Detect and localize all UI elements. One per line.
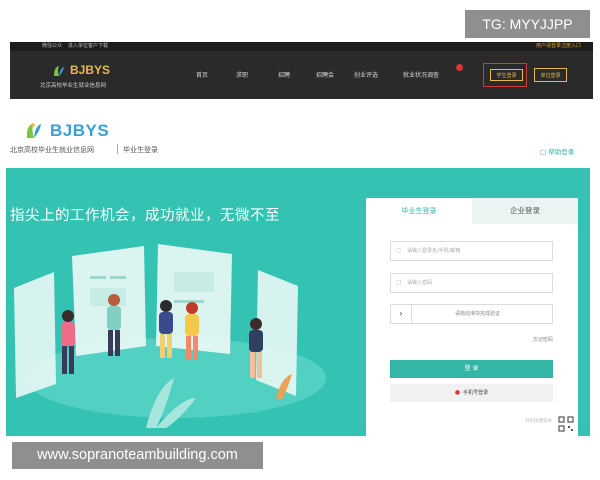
tab-company-login[interactable]: 企业登录 (472, 198, 578, 224)
top-logo-subtitle: 北京高校毕业生就业信息网 (40, 83, 107, 89)
slider-text: 请拖动滑块完成验证 (454, 311, 500, 317)
chevron-right-icon[interactable]: › (391, 305, 412, 323)
mobile-login-label: 手机号登录 (463, 390, 489, 396)
divider (117, 144, 118, 154)
user-icon: ○ (396, 247, 402, 254)
phone-icon: ● (454, 389, 461, 396)
hero-title: 指尖上的工作机会，成功就业，无微不至 (10, 208, 280, 224)
nav-recruit[interactable]: 招聘 (278, 70, 290, 79)
username-field[interactable]: ○ 请输入登录名/手机/邮箱 (390, 241, 553, 261)
site-name: 北京高校毕业生就业信息网 (10, 146, 94, 154)
utility-link[interactable]: 进入单位客户下载 (68, 42, 108, 51)
login-panel: 毕业生登录 企业登录 ○ 请输入登录名/手机/邮箱 □ 请输入密码 请拖动滑块完… (366, 198, 578, 436)
password-field[interactable]: □ 请输入密码 (390, 273, 553, 293)
site-top-bar: 微信公众 进入单位客户下载 用户请登录注册入口 BJBYS 北京高校毕业生就业信… (10, 42, 593, 99)
watermark-url: www.sopranoteambuilding.com (12, 442, 263, 469)
nav-job-search[interactable]: 求职 (236, 70, 248, 79)
lock-icon: □ (396, 279, 402, 286)
forgot-password-link[interactable]: 忘记密码 (533, 336, 553, 343)
site-logo-text: BJBYS (50, 121, 110, 140)
scan-hint: 扫码快捷登录 (525, 419, 552, 424)
username-placeholder: 请输入登录名/手机/邮箱 (407, 248, 461, 254)
nav-startup[interactable]: 创业评选 (354, 70, 378, 79)
help-icon: □ (540, 148, 547, 156)
top-logo-text: BJBYS (70, 63, 111, 77)
bjbys-logo-icon (26, 123, 41, 138)
top-logo[interactable]: BJBYS 北京高校毕业生就业信息网 (40, 62, 150, 92)
nav-survey[interactable]: 就业状况调查 (403, 70, 439, 79)
utility-link[interactable]: 微信公众 (42, 42, 62, 51)
login-button[interactable]: 登 录 (390, 360, 553, 378)
page-role-label: 毕业生登录 (123, 146, 158, 154)
qr-code-icon[interactable] (558, 416, 574, 432)
help-link-label: 帮助登录 (548, 148, 575, 156)
slider-captcha[interactable]: 请拖动滑块完成验证 › (390, 304, 553, 324)
org-login-button[interactable]: 单位登录 (534, 68, 567, 82)
notification-dot (456, 64, 463, 71)
password-placeholder: 请输入密码 (407, 280, 433, 286)
nav-job-fair[interactable]: 招聘会 (316, 70, 334, 79)
utility-bar: 微信公众 进入单位客户下载 用户请登录注册入口 (10, 42, 593, 51)
help-link[interactable]: □ 帮助登录 (540, 146, 574, 156)
site-logo[interactable]: BJBYS (24, 118, 124, 144)
register-link[interactable]: 用户请登录注册入口 (536, 42, 581, 51)
watermark-tag: TG: MYYJJPP (465, 10, 590, 38)
tab-graduate-login[interactable]: 毕业生登录 (366, 198, 472, 224)
mobile-login-button[interactable]: ● 手机号登录 (390, 384, 553, 402)
hero-illustration (14, 244, 326, 428)
nav-home[interactable]: 首页 (196, 70, 208, 79)
bjbys-logo-icon (54, 66, 64, 76)
student-login-button[interactable]: 学生登录 (490, 69, 523, 81)
